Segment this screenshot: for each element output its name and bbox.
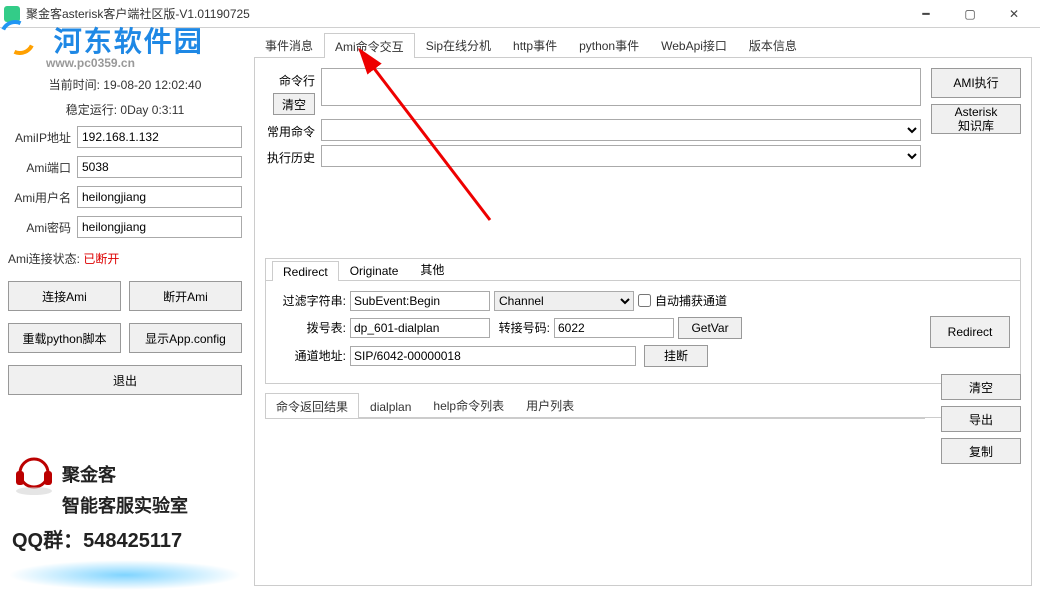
amipass-input[interactable] <box>77 216 242 238</box>
clear-cmd-button[interactable]: 清空 <box>273 93 315 115</box>
connection-status: Ami连接状态: 已断开 <box>8 250 242 267</box>
result-clear-button[interactable]: 清空 <box>941 374 1021 400</box>
cmd-label: 命令行 <box>265 72 315 89</box>
connect-ami-button[interactable]: 连接Ami <box>8 281 121 311</box>
inner-tab-originate[interactable]: Originate <box>339 260 410 280</box>
transfer-label: 转接号码: <box>494 319 550 336</box>
tab-ami-cmd[interactable]: Ami命令交互 <box>324 33 415 58</box>
channel-select[interactable]: Channel <box>494 291 634 311</box>
glow-decoration <box>8 560 242 590</box>
app-icon <box>4 6 20 22</box>
result-export-button[interactable]: 导出 <box>941 406 1021 432</box>
result-tab-help[interactable]: help命令列表 <box>422 392 515 417</box>
command-input[interactable] <box>321 68 921 106</box>
common-cmd-label: 常用命令 <box>265 119 321 140</box>
exit-button[interactable]: 退出 <box>8 365 242 395</box>
result-tab-users[interactable]: 用户列表 <box>515 392 585 417</box>
amipass-label: Ami密码 <box>8 219 77 236</box>
show-config-button[interactable]: 显示App.config <box>129 323 242 353</box>
minimize-button[interactable]: ━ <box>904 0 948 28</box>
getvar-button[interactable]: GetVar <box>678 317 742 339</box>
inner-tab-other[interactable]: 其他 <box>409 257 455 280</box>
dialtable-input[interactable] <box>350 318 490 338</box>
close-button[interactable]: ✕ <box>992 0 1036 28</box>
tab-version[interactable]: 版本信息 <box>738 32 808 57</box>
current-time: 当前时间: 19-08-20 12:02:40 <box>8 76 242 93</box>
disconnect-ami-button[interactable]: 断开Ami <box>129 281 242 311</box>
result-copy-button[interactable]: 复制 <box>941 438 1021 464</box>
reload-python-button[interactable]: 重载python脚本 <box>8 323 121 353</box>
amiuser-input[interactable] <box>77 186 242 208</box>
headset-icon <box>12 453 56 497</box>
auto-capture-label: 自动捕获通道 <box>655 292 727 309</box>
amiip-label: AmiIP地址 <box>8 129 77 146</box>
result-tab-dialplan[interactable]: dialplan <box>359 395 422 417</box>
asterisk-kb-button[interactable]: Asterisk 知识库 <box>931 104 1021 134</box>
filter-input[interactable] <box>350 291 490 311</box>
amiport-label: Ami端口 <box>8 159 77 176</box>
channeladdr-input[interactable] <box>350 346 636 366</box>
top-tabs: 事件消息 Ami命令交互 Sip在线分机 http事件 python事件 Web… <box>254 34 1032 58</box>
auto-capture-checkbox[interactable] <box>638 294 651 307</box>
amiport-input[interactable] <box>77 156 242 178</box>
tab-sip-ext[interactable]: Sip在线分机 <box>415 32 502 57</box>
inner-tab-redirect[interactable]: Redirect <box>272 261 339 281</box>
uptime: 稳定运行: 0Day 0:3:11 <box>8 101 242 118</box>
filter-label: 过滤字符串: <box>276 292 346 309</box>
amiip-input[interactable] <box>77 126 242 148</box>
result-tab-output[interactable]: 命令返回结果 <box>265 393 359 418</box>
redirect-button[interactable]: Redirect <box>930 316 1010 348</box>
tab-events[interactable]: 事件消息 <box>254 32 324 57</box>
channeladdr-label: 通道地址: <box>276 347 346 364</box>
window-title: 聚金客asterisk客户端社区版-V1.01190725 <box>26 5 904 22</box>
dialtable-label: 拨号表: <box>276 319 346 336</box>
hangup-button[interactable]: 挂断 <box>644 345 708 367</box>
history-label: 执行历史 <box>265 145 321 166</box>
common-cmd-select[interactable] <box>321 119 921 141</box>
maximize-button[interactable]: ▢ <box>948 0 992 28</box>
history-select[interactable] <box>321 145 921 167</box>
tab-python-event[interactable]: python事件 <box>568 32 650 57</box>
ami-exec-button[interactable]: AMI执行 <box>931 68 1021 98</box>
brand-block: 聚金客 智能客服实验室 QQ群：548425117 <box>8 447 242 556</box>
amiuser-label: Ami用户名 <box>8 189 77 206</box>
tab-http-event[interactable]: http事件 <box>502 32 568 57</box>
tab-webapi[interactable]: WebApi接口 <box>650 32 738 57</box>
transfer-input[interactable] <box>554 318 674 338</box>
result-textarea[interactable] <box>265 418 925 419</box>
